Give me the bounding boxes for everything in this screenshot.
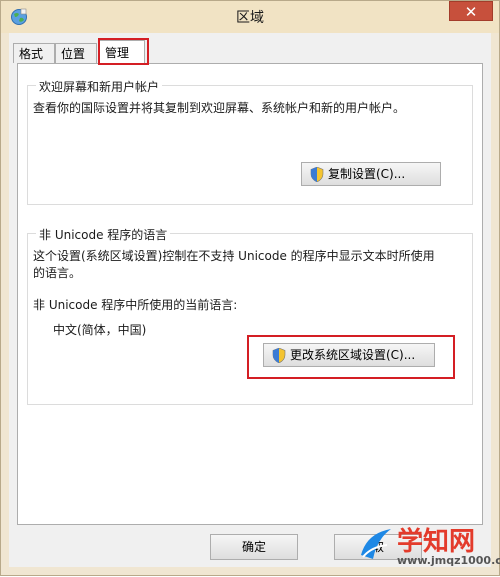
tab-location[interactable]: 位置 [55,43,97,63]
current-language-value: 中文(简体，中国) [53,323,147,337]
close-icon: ✕ [464,3,478,21]
welcome-description: 查看你的国际设置并将其复制到欢迎屏幕、系统帐户和新的用户帐户。 [33,101,406,115]
welcome-screen-group: 欢迎屏幕和新用户帐户 查看你的国际设置并将其复制到欢迎屏幕、系统帐户和新的用户帐… [27,78,473,205]
group-title: 非 Unicode 程序的语言 [36,226,171,243]
watermark-url: www.jmqz1000.com [397,554,500,567]
non-unicode-description-line2: 的语言。 [33,266,82,280]
title-bar[interactable]: 区域 ✕ [1,1,499,33]
tab-administrative[interactable]: 管理 [99,40,145,64]
change-system-locale-label: 更改系统区域设置(C)... [290,348,416,362]
watermark-brand: 学知网 [397,527,476,557]
uac-shield-icon [272,348,286,363]
group-title: 欢迎屏幕和新用户帐户 [36,78,163,95]
close-button[interactable]: ✕ [449,1,493,21]
tab-label: 管理 [105,46,130,60]
tab-label: 格式 [19,47,44,61]
change-system-locale-button[interactable]: 更改系统区域设置(C)... [263,343,435,367]
dialog-client-area: 格式 位置 管理 欢迎屏幕和新用户帐户 查看你的国际设置并将其复制到欢迎屏幕、系… [9,33,491,567]
tab-panel: 欢迎屏幕和新用户帐户 查看你的国际设置并将其复制到欢迎屏幕、系统帐户和新的用户帐… [17,63,483,525]
current-language-label: 非 Unicode 程序中所使用的当前语言: [33,298,238,312]
non-unicode-description-line1: 这个设置(系统区域设置)控制在不支持 Unicode 的程序中显示文本时所使用 [33,249,435,263]
region-dialog-window: 区域 ✕ 格式 位置 管理 欢迎屏幕和新用户帐户 查看你的国际设置并将其复制到欢… [0,0,500,576]
tab-label: 位置 [61,47,86,61]
site-watermark: 学知网 www.jmqz1000.com [357,521,500,577]
watermark-logo-icon [361,529,391,559]
window-title: 区域 [236,10,264,26]
ok-label: 确定 [241,540,266,554]
tab-format[interactable]: 格式 [13,43,55,63]
non-unicode-group: 非 Unicode 程序的语言 这个设置(系统区域设置)控制在不支持 Unico… [27,226,473,405]
uac-shield-icon [310,167,324,182]
copy-settings-label: 复制设置(C)... [328,167,406,181]
copy-settings-button[interactable]: 复制设置(C)... [301,162,441,186]
ok-button[interactable]: 确定 [210,534,298,560]
